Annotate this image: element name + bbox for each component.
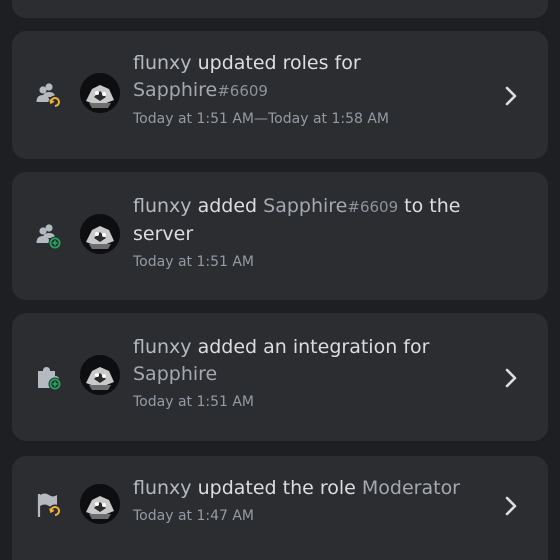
- bot-add-icon: [36, 224, 62, 250]
- entry-summary: flunxy updated the role Moderator: [133, 475, 473, 502]
- target-username[interactable]: Sapphire: [133, 79, 217, 101]
- integration-create-icon: [38, 367, 62, 391]
- role-update-icon: [37, 493, 62, 518]
- actor-username[interactable]: flunxy: [133, 52, 192, 74]
- timestamp: Today at 1:51 AM: [133, 394, 255, 410]
- avatar[interactable]: [80, 214, 120, 254]
- actor-username[interactable]: flunxy: [133, 336, 192, 358]
- avatar-image: [80, 214, 120, 254]
- target-role[interactable]: Moderator: [362, 477, 460, 499]
- entry-summary: flunxy updated roles for Sapphire#6609: [133, 50, 473, 105]
- previous-entry-card: [12, 0, 548, 18]
- entry-summary: flunxy added an integration for Sapphire: [133, 334, 473, 388]
- entry-summary: flunxy added Sapphire#6609 to the server: [133, 193, 473, 248]
- target-discriminator: #6609: [217, 82, 268, 100]
- member-role-update-icon: [36, 83, 62, 109]
- avatar[interactable]: [80, 484, 120, 524]
- avatar-image: [80, 355, 120, 395]
- actor-username[interactable]: flunxy: [133, 195, 192, 217]
- avatar-image: [80, 484, 120, 524]
- audit-log-entry[interactable]: flunxy added Sapphire#6609 to the server…: [12, 172, 548, 300]
- avatar[interactable]: [80, 355, 120, 395]
- chevron-right-icon[interactable]: [504, 495, 518, 517]
- action-text: added an integration for: [191, 336, 430, 358]
- timestamp: Today at 1:51 AM—Today at 1:58 AM: [133, 111, 390, 127]
- avatar-image: [80, 73, 120, 113]
- action-text: updated the role: [191, 477, 362, 499]
- action-text: added: [191, 195, 264, 217]
- audit-log-entry[interactable]: flunxy updated roles for Sapphire#6609 To…: [12, 31, 548, 159]
- target-username[interactable]: Sapphire: [133, 363, 217, 385]
- chevron-right-icon[interactable]: [504, 367, 518, 389]
- audit-log-entry[interactable]: flunxy added an integration for Sapphire…: [12, 313, 548, 441]
- timestamp: Today at 1:47 AM: [133, 508, 255, 524]
- action-text: updated roles for: [191, 52, 361, 74]
- avatar[interactable]: [80, 73, 120, 113]
- target-discriminator: #6609: [347, 198, 399, 216]
- chevron-right-icon[interactable]: [504, 85, 518, 107]
- timestamp: Today at 1:51 AM: [133, 254, 255, 270]
- target-username[interactable]: Sapphire: [263, 195, 347, 217]
- audit-log-entry[interactable]: flunxy updated the role Moderator Today …: [12, 456, 548, 560]
- actor-username[interactable]: flunxy: [133, 477, 192, 499]
